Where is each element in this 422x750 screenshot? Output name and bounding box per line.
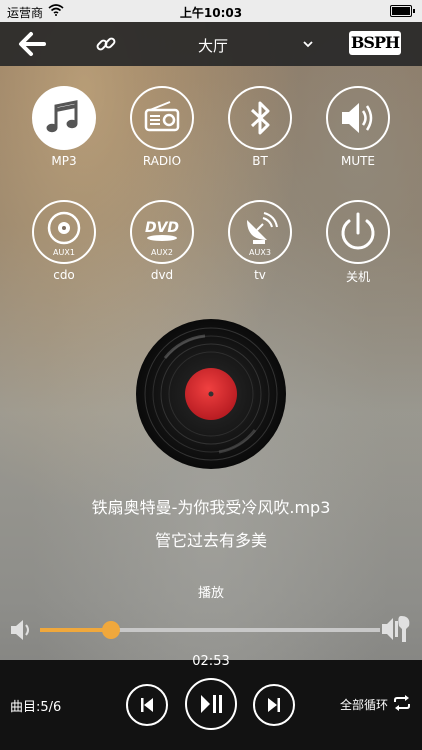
battery-icon [390,5,415,17]
source-label: RADIO [142,154,182,168]
source-cdo-button[interactable]: AUX1 cdo [29,200,99,290]
music-note-icon [32,86,96,150]
source-mute-button[interactable]: MUTE [323,86,393,176]
svg-text:AUX3: AUX3 [249,248,271,257]
repeat-icon[interactable] [392,695,412,711]
svg-text:DVD: DVD [145,220,179,236]
brand-logo: BSPH [349,31,401,55]
navigation-bar: 大厅 BSPH [0,22,422,66]
repeat-mode-label[interactable]: 全部循环 [340,696,388,713]
cd-aux1-icon: AUX1 [32,200,96,264]
skip-next-icon [268,698,280,712]
source-label: MUTE [340,154,376,168]
volume-down-icon[interactable] [8,615,38,645]
source-tv-button[interactable]: AUX3 tv [225,200,295,290]
speaker-icon [326,86,390,150]
source-dvd-button[interactable]: DVD AUX2 dvd [127,200,197,290]
power-off-button[interactable]: 关机 [323,200,393,290]
source-label: 关机 [345,270,370,284]
vinyl-disc-icon [135,318,287,470]
back-arrow-icon[interactable] [18,30,48,58]
play-state: 播放 [197,586,224,601]
chevron-down-icon[interactable] [300,36,316,52]
source-label: cdo [53,268,75,282]
elapsed-time: 02:53 [192,654,230,669]
room-selector[interactable]: 大厅 [198,35,228,56]
skip-previous-icon [141,698,153,712]
source-bt-button[interactable]: BT [225,86,295,176]
satellite-aux3-icon: AUX3 [228,200,292,264]
power-icon [326,200,390,264]
next-button[interactable] [253,684,295,726]
play-pause-button[interactable] [185,678,237,730]
playback-bar: 02:53 曲目:5/6 全部循环 [0,654,422,750]
play-pause-icon [201,695,222,713]
source-label: BT [252,154,268,168]
source-label: dvd [150,268,174,282]
volume-slider[interactable] [40,621,380,639]
lyric-line: 管它过去有多美 [154,531,267,550]
previous-button[interactable] [126,684,168,726]
track-counter: 曲目:5/6 [10,700,62,715]
radio-icon [130,86,194,150]
source-mp3-button[interactable]: MP3 [29,86,99,176]
bluetooth-icon [228,86,292,150]
slider-fill [40,628,112,632]
song-title: 铁扇奥特曼-为你我受冷风吹.mp3 [91,498,331,517]
svg-text:AUX1: AUX1 [53,248,75,257]
clock: 上午10:03 [179,6,243,20]
status-bar: 运营商 上午10:03 [0,0,422,22]
link-icon[interactable] [94,32,118,56]
svg-text:AUX2: AUX2 [151,248,173,257]
source-label: tv [254,268,266,282]
source-label: MP3 [51,154,77,168]
volume-up-icon[interactable] [380,612,412,646]
dvd-aux2-icon: DVD AUX2 [130,200,194,264]
source-radio-button[interactable]: RADIO [127,86,197,176]
